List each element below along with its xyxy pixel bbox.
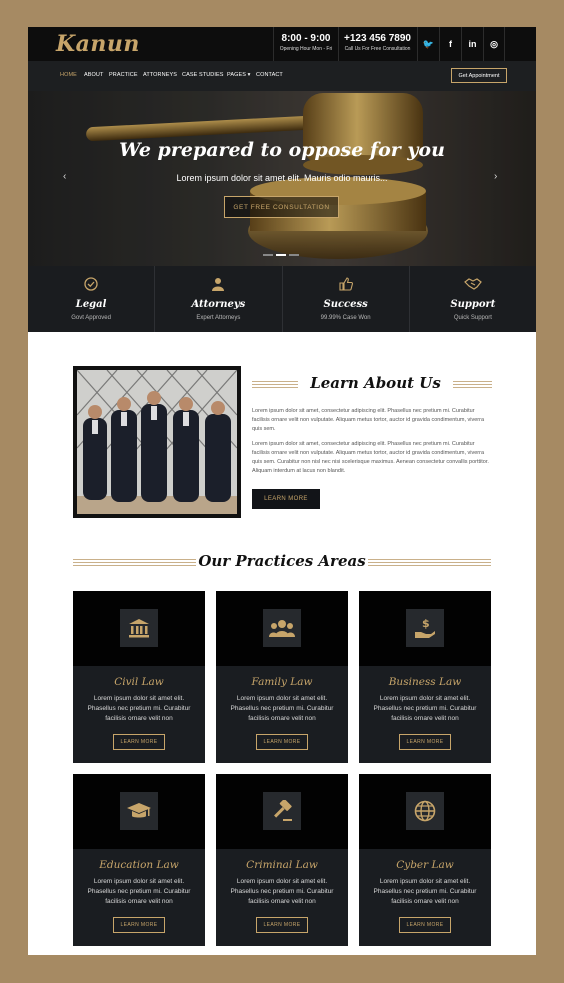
- learn-more-button[interactable]: LEARN MORE: [113, 734, 165, 750]
- feature-subtitle: 99.99% Case Won: [320, 315, 371, 321]
- about-paragraph: Lorem ipsum dolor sit amet, consectetur …: [252, 408, 485, 432]
- gavel-icon: [263, 792, 301, 830]
- family-icon: [263, 609, 301, 647]
- feature-subtitle: Govt Approved: [71, 315, 111, 321]
- nav-attorneys[interactable]: ATTORNEYS: [143, 72, 177, 78]
- slider-dot[interactable]: [289, 254, 299, 256]
- phone-label: Call Us For Free Consultation: [344, 46, 411, 52]
- free-consultation-button[interactable]: GET FREE CONSULTATION: [224, 196, 339, 218]
- learn-more-button[interactable]: LEARN MORE: [252, 489, 320, 509]
- attorney-icon: [212, 278, 225, 291]
- feature-title: Legal: [75, 299, 107, 310]
- checkmark-circle-icon: [84, 277, 98, 291]
- practice-card-family-law[interactable]: Family Law Lorem ipsum dolor sit amet el…: [216, 591, 348, 763]
- slider-dot-active[interactable]: [276, 254, 286, 256]
- slider-dot[interactable]: [263, 254, 273, 256]
- hand-dollar-icon: $: [406, 609, 444, 647]
- learn-more-button[interactable]: LEARN MORE: [256, 734, 308, 750]
- card-title: Education Law: [99, 859, 179, 871]
- feature-title: Attorneys: [191, 299, 246, 310]
- card-header: [216, 774, 348, 849]
- opening-hours-label: Opening Hour Mon - Fri: [279, 46, 333, 52]
- about-paragraph: Lorem ipsum dolor sit amet, consectetur …: [252, 441, 489, 474]
- card-text: Lorem ipsum dolor sit amet elit. Phasell…: [230, 878, 334, 905]
- graduation-cap-icon: [120, 792, 158, 830]
- twitter-icon[interactable]: 🐦: [417, 27, 439, 61]
- nav-practice[interactable]: PRACTICE: [109, 72, 138, 78]
- team-photo-image: [77, 370, 237, 514]
- svg-text:$: $: [422, 617, 430, 630]
- card-header: [73, 591, 205, 666]
- globe-icon: [406, 792, 444, 830]
- site-logo[interactable]: Kanun: [56, 31, 140, 57]
- feature-attorneys: Attorneys Expert Attorneys: [154, 266, 281, 332]
- learn-more-button[interactable]: LEARN MORE: [399, 734, 451, 750]
- nav-about[interactable]: ABOUT: [84, 72, 103, 78]
- card-text: Lorem ipsum dolor sit amet elit. Phasell…: [373, 695, 477, 722]
- card-title: Business Law: [388, 676, 462, 688]
- feature-subtitle: Quick Support: [453, 315, 492, 321]
- card-title: Family Law: [251, 676, 313, 688]
- linkedin-icon[interactable]: in: [461, 27, 483, 61]
- card-header: [216, 591, 348, 666]
- feature-subtitle: Expert Attorneys: [196, 315, 241, 321]
- feature-legal: Legal Govt Approved: [28, 266, 154, 332]
- about-title: Learn About Us: [298, 374, 453, 392]
- phone-contact: +123 456 7890 Call Us For Free Consultat…: [338, 27, 416, 61]
- thumbs-up-icon: [339, 277, 353, 291]
- slider-dots: [263, 254, 299, 256]
- opening-hours: 8:00 - 9:00 Opening Hour Mon - Fri: [273, 27, 338, 61]
- card-text: Lorem ipsum dolor sit amet elit. Phasell…: [87, 695, 191, 722]
- get-appointment-button[interactable]: Get Appointment: [451, 68, 507, 83]
- card-header: $: [359, 591, 491, 666]
- nav-home[interactable]: HOME: [60, 72, 77, 78]
- card-text: Lorem ipsum dolor sit amet elit. Phasell…: [87, 878, 191, 905]
- practice-card-education-law[interactable]: Education Law Lorem ipsum dolor sit amet…: [73, 774, 205, 946]
- handshake-icon: [463, 278, 482, 290]
- practice-card-cyber-law[interactable]: Cyber Law Lorem ipsum dolor sit amet eli…: [359, 774, 491, 946]
- hero-title: We prepared to oppose for you: [119, 139, 445, 161]
- feature-title: Support: [450, 299, 496, 310]
- page: Kanun 8:00 - 9:00 Opening Hour Mon - Fri…: [28, 27, 536, 955]
- nav-contact[interactable]: CONTACT: [256, 72, 283, 78]
- phone-number[interactable]: +123 456 7890: [339, 33, 416, 45]
- team-photo: [73, 366, 241, 518]
- hero-slider: ‹ › We prepared to oppose for you Lorem …: [28, 91, 536, 266]
- card-text: Lorem ipsum dolor sit amet elit. Phasell…: [373, 878, 477, 905]
- learn-more-button[interactable]: LEARN MORE: [399, 917, 451, 933]
- feature-title: Success: [323, 299, 368, 310]
- practice-card-criminal-law[interactable]: Criminal Law Lorem ipsum dolor sit amet …: [216, 774, 348, 946]
- practice-card-civil-law[interactable]: Civil Law Lorem ipsum dolor sit amet eli…: [73, 591, 205, 763]
- card-header: [359, 774, 491, 849]
- facebook-icon[interactable]: f: [439, 27, 461, 61]
- opening-hours-value: 8:00 - 9:00: [281, 33, 331, 44]
- feature-success: Success 99.99% Case Won: [281, 266, 409, 332]
- card-header: [73, 774, 205, 849]
- card-text: Lorem ipsum dolor sit amet elit. Phasell…: [230, 695, 334, 722]
- feature-support: Support Quick Support: [408, 266, 536, 332]
- learn-more-button[interactable]: LEARN MORE: [256, 917, 308, 933]
- hero-subtitle: Lorem ipsum dolor sit amet elit. Mauris …: [176, 173, 388, 183]
- top-bar: Kanun 8:00 - 9:00 Opening Hour Mon - Fri…: [28, 27, 536, 61]
- features-strip: Legal Govt Approved Attorneys Expert Att…: [28, 266, 536, 332]
- practice-card-business-law[interactable]: $ Business Law Lorem ipsum dolor sit ame…: [359, 591, 491, 763]
- courthouse-icon: [120, 609, 158, 647]
- card-title: Criminal Law: [246, 859, 318, 871]
- card-title: Civil Law: [114, 676, 164, 688]
- learn-more-button[interactable]: LEARN MORE: [113, 917, 165, 933]
- instagram-icon[interactable]: ◎: [483, 27, 505, 61]
- practices-title: Our Practices Areas: [196, 552, 368, 570]
- card-title: Cyber Law: [396, 859, 454, 871]
- nav-case-studies[interactable]: CASE STUDIES: [182, 72, 224, 78]
- main-nav: HOME ABOUT PRACTICE ATTORNEYS CASE STUDI…: [28, 61, 536, 91]
- nav-pages-dropdown[interactable]: PAGES ▾: [227, 72, 251, 78]
